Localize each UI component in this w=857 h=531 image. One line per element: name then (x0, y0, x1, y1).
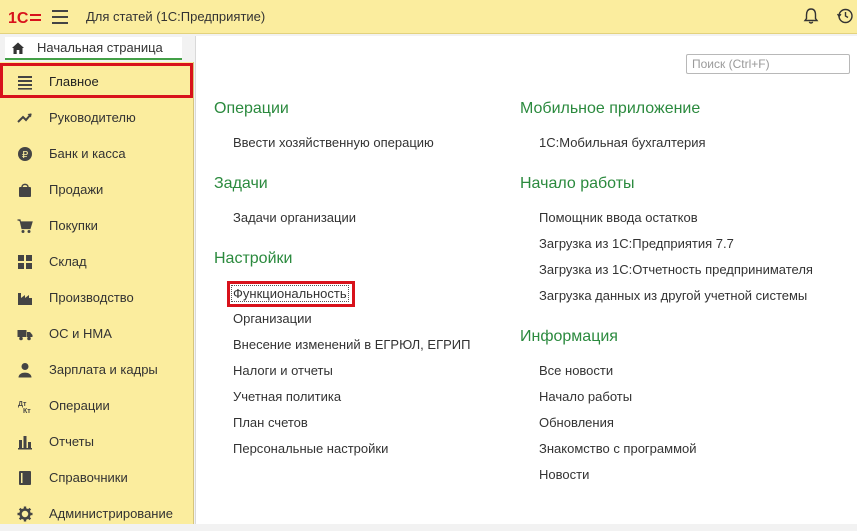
title-bar: 1С Для статей (1С:Предприятие) (0, 0, 857, 34)
dt-kt-icon: Дт Кт (18, 401, 31, 414)
sidebar-item-manager[interactable]: Руководителю (0, 99, 194, 135)
link-functionality[interactable]: Функциональность (231, 285, 349, 302)
link-organizations[interactable]: Организации (233, 311, 312, 326)
search-input[interactable] (686, 54, 850, 74)
link-import-entrepreneur[interactable]: Загрузка из 1С:Отчетность предпринимател… (539, 262, 813, 277)
sidebar-item-label: Операции (49, 398, 110, 413)
home-tab-bar: Начальная страница (0, 34, 194, 62)
link-enter-operation[interactable]: Ввести хозяйственную операцию (233, 135, 434, 150)
sidebar-item-label: Производство (49, 290, 134, 305)
link-chart-of-accounts[interactable]: План счетов (233, 415, 308, 430)
link-taxes-reports[interactable]: Налоги и отчеты (233, 363, 333, 378)
ruble-coin-icon: ₽ (18, 147, 32, 161)
sidebar-item-purchases[interactable]: Покупки (0, 207, 194, 243)
sidebar-item-label: Продажи (49, 182, 104, 197)
sidebar-item-references[interactable]: Справочники (0, 459, 194, 495)
section-title-settings: Настройки (214, 250, 293, 267)
svg-text:₽: ₽ (22, 150, 29, 161)
link-balance-assistant[interactable]: Помощник ввода остатков (539, 210, 698, 225)
section-title-start: Начало работы (520, 175, 635, 192)
main-menu-icon[interactable] (52, 10, 68, 24)
person-icon (18, 363, 32, 378)
sidebar-item-label: Зарплата и кадры (49, 362, 158, 377)
svg-text:Дт: Дт (18, 401, 27, 408)
link-import-other[interactable]: Загрузка данных из другой учетной систем… (539, 288, 807, 303)
link-egrul-changes[interactable]: Внесение изменений в ЕГРЮЛ, ЕГРИП (233, 337, 470, 352)
list-icon (18, 76, 32, 90)
section-title-info: Информация (520, 328, 618, 345)
sidebar-item-main[interactable]: Главное (0, 63, 194, 99)
sidebar-item-bank[interactable]: ₽ Банк и касса (0, 135, 194, 171)
sidebar-item-fixed-assets[interactable]: ОС и НМА (0, 315, 194, 351)
bell-icon[interactable] (802, 7, 820, 25)
sidebar-item-label: Склад (49, 254, 87, 269)
link-personal-settings[interactable]: Персональные настройки (233, 441, 388, 456)
panel-divider (195, 34, 315, 36)
home-tab-label: Начальная страница (37, 40, 163, 55)
home-tab[interactable]: Начальная страница (5, 37, 182, 60)
1c-logo[interactable]: 1С (8, 8, 42, 26)
link-updates[interactable]: Обновления (539, 415, 614, 430)
link-getting-started[interactable]: Начало работы (539, 389, 632, 404)
sidebar-item-sales[interactable]: Продажи (0, 171, 194, 207)
link-functionality-label: Функциональность (231, 285, 349, 302)
section-title-tasks: Задачи (214, 175, 268, 192)
grid-icon (18, 255, 32, 269)
svg-text:1С: 1С (8, 10, 29, 26)
sidebar-item-label: Покупки (49, 218, 98, 233)
history-icon[interactable] (836, 7, 854, 25)
sidebar-item-production[interactable]: Производство (0, 279, 194, 315)
link-intro[interactable]: Знакомство с программой (539, 441, 697, 456)
sidebar-item-label: Справочники (49, 470, 128, 485)
sidebar-item-label: Отчеты (49, 434, 94, 449)
link-all-news[interactable]: Все новости (539, 363, 613, 378)
sections-sidebar: Главное Руководителю ₽ Банк и касса Прод… (0, 62, 194, 524)
link-import-77[interactable]: Загрузка из 1С:Предприятия 7.7 (539, 236, 734, 251)
book-icon (19, 471, 31, 485)
gear-icon (17, 506, 33, 522)
truck-icon (17, 330, 33, 341)
section-title-mobile: Мобильное приложение (520, 100, 701, 117)
sidebar-item-label: Банк и касса (49, 146, 126, 161)
cart-icon (17, 219, 33, 233)
svg-text:Кт: Кт (23, 408, 31, 414)
factory-icon (18, 293, 32, 305)
home-icon (12, 42, 24, 54)
trend-icon (17, 113, 32, 123)
sidebar-item-label: Руководителю (49, 110, 136, 125)
sidebar-item-reports[interactable]: Отчеты (0, 423, 194, 459)
sidebar-item-warehouse[interactable]: Склад (0, 243, 194, 279)
link-org-tasks[interactable]: Задачи организации (233, 210, 356, 225)
sidebar-item-label: ОС и НМА (49, 326, 112, 341)
sidebar-item-label: Администрирование (49, 506, 173, 521)
app-title: Для статей (1С:Предприятие) (86, 9, 266, 24)
link-accounting-policy[interactable]: Учетная политика (233, 389, 341, 404)
sidebar-item-operations[interactable]: Дт Кт Операции (0, 387, 194, 423)
sidebar-item-administration[interactable]: Администрирование (0, 495, 194, 531)
sidebar-item-salary[interactable]: Зарплата и кадры (0, 351, 194, 387)
bag-icon (19, 183, 31, 197)
section-title-operations: Операции (214, 100, 289, 117)
sidebar-item-label: Главное (49, 74, 99, 89)
link-news[interactable]: Новости (539, 467, 589, 482)
bar-chart-icon (18, 436, 32, 450)
link-mobile-accounting[interactable]: 1С:Мобильная бухгалтерия (539, 135, 706, 150)
